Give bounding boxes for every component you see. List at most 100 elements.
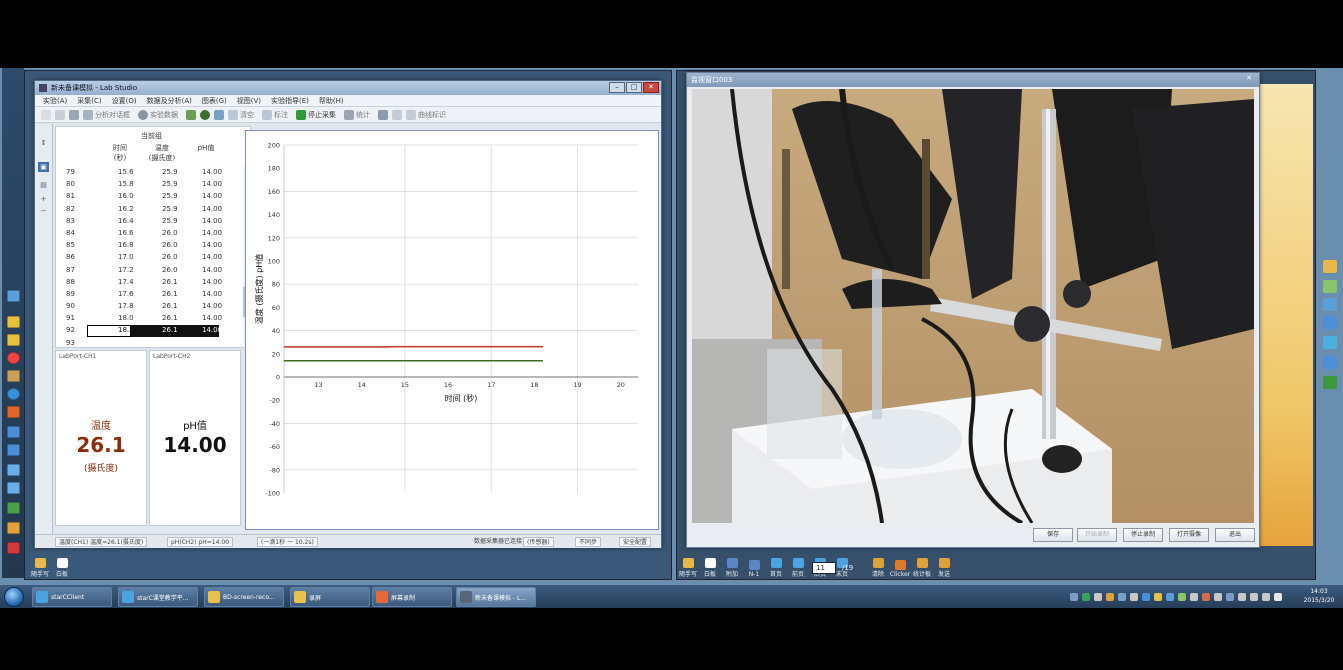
crosshair-icon[interactable]: [392, 109, 402, 120]
minimize-button[interactable]: –: [609, 82, 625, 93]
tray-icon[interactable]: [1094, 593, 1102, 601]
tray-icon[interactable]: [1154, 593, 1162, 601]
table-row[interactable]: 88 17.4 26.1 14.00: [56, 277, 250, 289]
stop-collect-button[interactable]: 停止采集: [296, 109, 336, 120]
tool-button[interactable]: 发送: [934, 558, 954, 578]
ph-meter[interactable]: LabPort-CH2 pH值 14.00: [149, 350, 241, 526]
app-icon[interactable]: [7, 502, 20, 514]
table-row[interactable]: 82 16.2 25.9 14.00: [56, 204, 250, 216]
menu-item[interactable]: 实验(A): [43, 96, 67, 106]
save-icon[interactable]: [69, 109, 79, 120]
status-ch2[interactable]: pH(CH2) pH=14.00: [167, 537, 233, 547]
tray-icon[interactable]: [1190, 593, 1198, 601]
temperature-meter[interactable]: LabPort-CH1 温度 26.1 (摄氏度): [55, 350, 147, 526]
user-icon[interactable]: [1323, 298, 1337, 311]
tool-button[interactable]: Clicker: [890, 560, 910, 578]
zoom-in-button[interactable]: +: [38, 194, 49, 204]
table-row[interactable]: 92 18.2 26.1 14.00: [56, 325, 250, 338]
chart-icon[interactable]: [186, 109, 196, 120]
close-button[interactable]: ✕: [643, 82, 659, 93]
network-icon[interactable]: [1323, 356, 1337, 369]
tray-icon[interactable]: [1118, 593, 1126, 601]
menu-item[interactable]: 设置(O): [112, 96, 137, 106]
tray-icon[interactable]: [1082, 593, 1090, 601]
new-icon[interactable]: [41, 109, 51, 120]
security-config-button[interactable]: 安全配置: [619, 537, 652, 547]
annotate-button[interactable]: 标注: [262, 109, 288, 120]
tray-icon[interactable]: [1274, 593, 1282, 601]
status-rate[interactable]: (一滴1秒 一 10.2s): [257, 537, 318, 547]
stop-record-button[interactable]: 停止录制: [1123, 528, 1163, 542]
tray-icon[interactable]: [1214, 593, 1222, 601]
app-icon[interactable]: [7, 290, 20, 302]
clock[interactable]: 14:03 2015/3/20: [1298, 587, 1340, 605]
tool-button[interactable]: 前页: [788, 558, 808, 578]
tool-button[interactable]: 随手写: [678, 558, 698, 578]
users-icon[interactable]: [1323, 280, 1337, 293]
table-row[interactable]: 84 16.6 26.0 14.00: [56, 228, 250, 240]
menu-item[interactable]: 图表(G): [202, 96, 227, 106]
share-icon[interactable]: [1323, 336, 1337, 349]
pie-icon[interactable]: [200, 109, 210, 120]
taskbar-item[interactable]: starCClient: [32, 587, 112, 607]
experiment-data-button[interactable]: 实验数据: [138, 109, 178, 120]
analysis-dialog-button[interactable]: 分析对话框: [83, 109, 130, 120]
tray-icon[interactable]: [1070, 593, 1078, 601]
tray-icon[interactable]: [1202, 593, 1210, 601]
tool-button[interactable]: 清除: [868, 558, 888, 578]
start-record-button[interactable]: 开始录制: [1077, 528, 1117, 542]
menu-item[interactable]: 视图(V): [237, 96, 261, 106]
chrome-icon[interactable]: [7, 352, 20, 364]
tool-button[interactable]: 白板: [52, 558, 72, 578]
ie-icon[interactable]: [7, 388, 20, 400]
tool-button[interactable]: 白板: [700, 558, 720, 578]
arrow-icon[interactable]: [7, 482, 20, 494]
close-icon[interactable]: ✕: [1241, 74, 1257, 85]
start-button[interactable]: [4, 587, 24, 607]
table-row[interactable]: 93: [56, 338, 250, 347]
window-icon[interactable]: [7, 444, 20, 456]
table-row[interactable]: 83 16.4 25.9 14.00: [56, 216, 250, 228]
status-sync[interactable]: 不同步: [575, 537, 602, 547]
tool-icon[interactable]: [7, 406, 20, 418]
curve-label-button[interactable]: 曲线标识: [406, 109, 446, 120]
menu-item[interactable]: 帮助(H): [319, 96, 344, 106]
taskbar-item[interactable]: 屏幕录制: [372, 587, 452, 607]
chart-panel[interactable]: 200 180 160 140 120 100 80 60 40 20 0 -20 -40 -60 -80-…: [245, 130, 659, 530]
open-icon[interactable]: [55, 109, 65, 120]
tool-button[interactable]: 首页: [766, 558, 786, 578]
status-ch1[interactable]: 温度(CH1) 温度=26.1(摄氏度): [55, 537, 148, 547]
table-row[interactable]: 80 15.8 25.9 14.00: [56, 179, 250, 191]
tray-icon[interactable]: [1238, 593, 1246, 601]
tray-icon[interactable]: [1262, 593, 1270, 601]
app-icon[interactable]: [7, 542, 20, 554]
taskbar-item[interactable]: 录屏: [290, 587, 370, 607]
table-row[interactable]: 81 16.0 25.9 14.00: [56, 191, 250, 203]
table-row[interactable]: 79 15.6 25.9 14.00: [56, 167, 250, 179]
tool-button[interactable]: 附加: [722, 558, 742, 578]
app-icon[interactable]: [1323, 376, 1337, 389]
lab-titlebar[interactable]: 新未备课模拟 - Lab Studio – □ ✕: [35, 81, 661, 95]
page-input[interactable]: 11: [812, 562, 836, 574]
tray-icon[interactable]: [1130, 593, 1138, 601]
screen-icon[interactable]: [1323, 316, 1337, 329]
tool-button[interactable]: N-1: [744, 560, 764, 578]
exit-button[interactable]: 退出: [1215, 528, 1255, 542]
tray-icon[interactable]: [1142, 593, 1150, 601]
table-row[interactable]: 86 17.0 26.0 14.00: [56, 252, 250, 264]
tray-icon[interactable]: [1166, 593, 1174, 601]
zoom-icon[interactable]: [378, 109, 388, 120]
users-icon[interactable]: [1323, 260, 1337, 273]
tray-icon[interactable]: [1106, 593, 1114, 601]
table-row[interactable]: 89 17.6 26.1 14.00: [56, 289, 250, 301]
tray-icon[interactable]: [1250, 593, 1258, 601]
menu-item[interactable]: 数据及分析(A): [147, 96, 192, 106]
table-icon[interactable]: [214, 109, 224, 120]
data-table[interactable]: 当前组 时间 (秒) 温度 (摄氏度) pH值 79 15.6 25.9 14.00 8…: [55, 126, 251, 348]
clear-button[interactable]: 清空: [228, 109, 254, 120]
folder-icon[interactable]: [7, 316, 20, 328]
menu-item[interactable]: 实验指导(E): [271, 96, 309, 106]
table-row[interactable]: 91 18.0 26.1 14.00: [56, 313, 250, 325]
tray-icon[interactable]: [1226, 593, 1234, 601]
save-button[interactable]: 保存: [1033, 528, 1073, 542]
